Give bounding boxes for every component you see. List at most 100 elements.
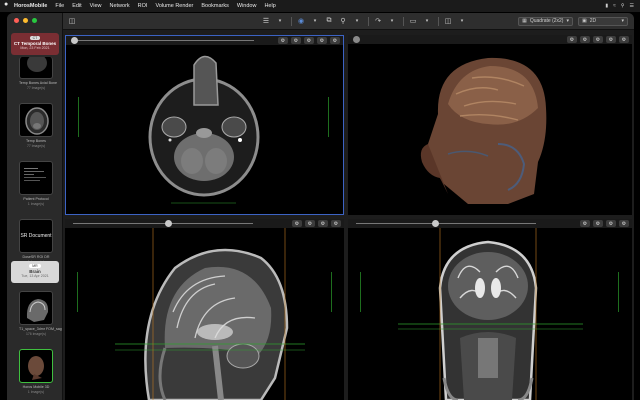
sr-document-label: SR Document [20,233,52,239]
search-icon[interactable]: ⚲ [621,3,625,9]
slice-slider-track[interactable] [73,223,253,224]
series-name: T1_space_3dmr FOM_sag [19,327,62,331]
viewport-coronal[interactable]: ⚙ ⚙ ⚙ ⚙ [348,219,632,400]
menu-edit[interactable]: Edit [72,3,81,9]
series-thumbnail[interactable] [19,161,53,195]
viewport-sagittal[interactable]: ⚙ ⚙ ⚙ ⚙ [65,219,344,400]
menu-help[interactable]: Help [264,3,275,9]
mode-select[interactable]: ▣ 2D ▾ [578,16,628,26]
sagittal-mr-image[interactable] [65,228,344,400]
settings-icon[interactable]: ⚙ [305,220,315,227]
settings-icon[interactable]: ⚙ [606,36,616,43]
chevron-down-icon[interactable]: ▾ [387,16,397,26]
slice-slider-track[interactable] [356,223,536,224]
study-date: Mon, 23 Feb 2021 [20,46,50,50]
settings-icon[interactable]: ⚙ [304,37,314,44]
settings-icon[interactable]: ⚙ [330,37,340,44]
series-item[interactable]: T1_space_3dmr FOM_sag 176 Image(s) [19,291,62,336]
menu-volume-render[interactable]: Volume Render [155,3,193,9]
viewport-actions: ⚙ ⚙ ⚙ ⚙ ⚙ [567,36,629,43]
series-thumbnail[interactable] [19,103,53,137]
settings-icon[interactable]: ⚙ [619,36,629,43]
window-level-icon[interactable]: ◉ [296,16,306,26]
settings-icon[interactable]: ⚙ [593,36,603,43]
volume-render-image[interactable] [348,44,632,215]
settings-icon[interactable]: ⚙ [291,37,301,44]
toolbar-divider [438,16,439,26]
settings-icon[interactable]: ⚙ [580,220,590,227]
study-header-ct[interactable]: CT CT Temporal Bones Mon, 23 Feb 2021 [11,33,59,55]
rotate-icon[interactable]: ↷ [373,16,383,26]
menu-network[interactable]: Network [110,3,130,9]
chevron-down-icon[interactable]: ▾ [310,16,320,26]
settings-icon[interactable]: ⚙ [331,220,341,227]
menu-file[interactable]: File [55,3,64,9]
menu-app-name[interactable]: HorosMobile [14,3,47,9]
menu-view[interactable]: View [90,3,102,9]
viewport-axial[interactable]: ⚙ ⚙ ⚙ ⚙ ⚙ [65,35,344,215]
app-window: CT CT Temporal Bones Mon, 23 Feb 2021 Te… [7,13,634,400]
layout-select[interactable]: ▦ Quadrate (2x2) ▾ [518,16,573,26]
close-icon[interactable] [14,18,19,23]
scale-bar [78,97,79,137]
settings-icon[interactable]: ⚙ [318,220,328,227]
slice-slider-knob[interactable] [165,220,172,227]
series-thumbnail[interactable] [19,349,53,383]
viewport-volume-3d[interactable]: ⚙ ⚙ ⚙ ⚙ ⚙ [348,35,632,215]
slice-slider-track[interactable] [74,40,254,41]
series-name: Temp Bones Axial Bone [19,81,57,85]
slice-slider-knob[interactable] [71,37,78,44]
chevron-down-icon[interactable]: ▾ [422,16,432,26]
chevron-down-icon: ▾ [621,18,624,24]
series-thumbnail[interactable] [19,291,53,325]
menu-bar: ● HorosMobile File Edit View Network ROI… [0,0,640,12]
chevron-down-icon[interactable]: ▾ [352,16,362,26]
series-sync-icon[interactable]: ◫ [443,16,453,26]
viewport-actions: ⚙ ⚙ ⚙ ⚙ [580,220,629,227]
series-item[interactable]: Patient Protocol 1 Image(s) [19,161,53,206]
control-center-icon[interactable]: ☰ [630,3,634,9]
series-thumbnail[interactable] [19,57,53,79]
minimize-icon[interactable] [23,18,28,23]
apple-icon[interactable]: ● [4,1,8,8]
settings-icon[interactable]: ⚙ [292,220,302,227]
slice-slider-knob[interactable] [353,36,360,43]
series-count: 77 Image(s) [26,143,46,148]
settings-icon[interactable]: ⚙ [606,220,616,227]
menu-roi[interactable]: ROI [138,3,148,9]
menu-bookmarks[interactable]: Bookmarks [201,3,229,9]
layout-select-value: Quadrate (2x2) [529,18,564,24]
chevron-down-icon[interactable]: ▾ [457,16,467,26]
series-item[interactable]: Temp Bones 77 Image(s) [19,103,53,148]
slice-slider-knob[interactable] [432,220,439,227]
zoom-icon[interactable]: ⚲ [338,16,348,26]
series-count: 1 Image(s) [27,389,45,394]
window-controls [14,18,37,23]
fit-screen-icon[interactable]: ⧉ [324,16,334,26]
series-thumbnail[interactable]: SR Document [19,219,53,253]
chevron-down-icon[interactable]: ▾ [275,16,285,26]
series-count: 77 Image(s) [26,85,46,90]
settings-icon[interactable]: ⚙ [580,36,590,43]
battery-icon[interactable]: ▮ [605,3,608,9]
settings-icon[interactable]: ⚙ [567,36,577,43]
series-item[interactable]: Horos Mobile 3D 1 Image(s) [19,349,53,394]
roi-tool-icon[interactable]: ▭ [408,16,418,26]
series-count: 176 Image(s) [26,331,46,336]
sidebar-toggle-icon[interactable]: ◫ [67,16,77,26]
series-item[interactable]: Temp Bones Axial Bone 77 Image(s) [19,57,57,90]
menu-window[interactable]: Window [237,3,257,9]
wifi-icon[interactable]: ≈ [613,3,616,9]
series-name: Patient Protocol [23,197,49,201]
settings-icon[interactable]: ⚙ [317,37,327,44]
study-header-brain[interactable]: MR Brain Tue, 13 Apr 2021 [11,261,59,283]
settings-icon[interactable]: ⚙ [278,37,288,44]
series-name: Horos Mobile 3D [22,385,50,389]
layers-icon[interactable]: ☰ [261,16,271,26]
series-item[interactable]: SR Document DoseSR ROI DR 1 Image(s) [19,219,53,264]
settings-icon[interactable]: ⚙ [593,220,603,227]
coronal-mr-image[interactable] [348,228,632,400]
zoom-icon[interactable] [32,18,37,23]
axial-ct-image[interactable] [66,45,343,214]
settings-icon[interactable]: ⚙ [619,220,629,227]
